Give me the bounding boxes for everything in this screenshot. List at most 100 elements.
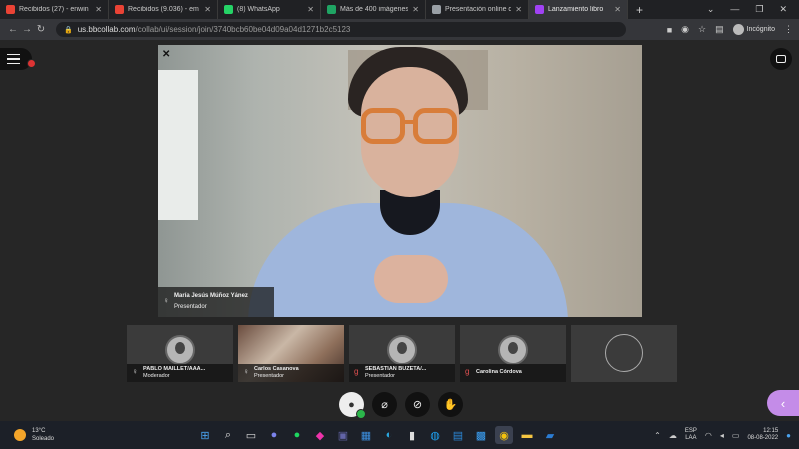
tray-chevron-icon[interactable]: ⌃: [654, 431, 661, 440]
collab-panel-open-button[interactable]: ‹: [767, 390, 799, 416]
incognito-badge[interactable]: Incógnito: [732, 24, 775, 35]
participant-name: SEBASTIAN BUZETA/...: [365, 366, 427, 372]
raise-hand-button[interactable]: ✋: [438, 392, 463, 417]
lang-layout: LAA: [685, 435, 697, 441]
participant-label: ♀ PABLO MAILLET/AAA... Moderador: [127, 364, 233, 382]
tab-close-icon[interactable]: ✕: [204, 5, 211, 14]
participant-tile[interactable]: ɡ SEBASTIAN BUZETA/... Presentador: [349, 325, 455, 382]
app-icon[interactable]: ▮: [403, 426, 421, 444]
browser-tab[interactable]: (8) WhatsApp ✕: [218, 0, 321, 19]
main-speaker-name: María Jesús Múñoz Yánez: [174, 293, 248, 299]
teams-icon[interactable]: ▣: [334, 426, 352, 444]
browser-tab[interactable]: Presentación online d ✕: [426, 0, 529, 19]
participant-label: ɡ SEBASTIAN BUZETA/... Presentador: [349, 364, 455, 382]
collab-panel-button[interactable]: [770, 48, 792, 70]
tab-close-icon[interactable]: ✕: [515, 5, 522, 14]
minimize-icon[interactable]: —: [730, 4, 739, 15]
tab-favicon-icon: [115, 5, 124, 14]
tab-close-icon[interactable]: ✕: [307, 5, 314, 14]
url-field[interactable]: 🔒 us.bbcollab.com/collab/ui/session/join…: [56, 22, 626, 37]
back-icon[interactable]: ←: [6, 24, 20, 35]
mic-muted-icon: ɡ: [465, 367, 470, 376]
url-path: /collab/ui/session/join/3740bcb60be04d09…: [135, 25, 351, 34]
outlook-icon[interactable]: ▰: [541, 426, 559, 444]
camera-indicator-icon[interactable]: ■: [667, 25, 672, 35]
status-ok-icon: [356, 409, 366, 419]
new-tab-button[interactable]: +: [628, 3, 651, 17]
close-window-icon[interactable]: ✕: [779, 4, 787, 15]
app-icon[interactable]: ▩: [472, 426, 490, 444]
spotify-icon[interactable]: ●: [288, 426, 306, 444]
browser-tab[interactable]: Lanzamiento libro ✕: [529, 0, 628, 19]
task-view-icon[interactable]: ▭: [242, 426, 260, 444]
avatar: [498, 335, 528, 365]
mic-off-icon: ⌀: [381, 399, 388, 411]
main-speaker-video: ✕: [158, 45, 642, 317]
volume-icon[interactable]: ◂: [720, 431, 724, 440]
participant-role: Moderador: [143, 373, 170, 379]
weather-widget[interactable]: 13°C Soleado: [0, 427, 120, 443]
tab-close-icon[interactable]: ✕: [412, 5, 419, 14]
microphone-button[interactable]: ⌀: [372, 392, 397, 417]
lang-code: ESP: [684, 428, 697, 434]
browser-tab[interactable]: Más de 400 imágenes ✕: [321, 0, 426, 19]
main-speaker-label: ♀ María Jesús Múñoz Yánez Presentador: [158, 287, 274, 317]
avatar: [387, 335, 417, 365]
menu-dots-icon[interactable]: ⋮: [784, 24, 793, 35]
tab-search-icon[interactable]: ⌄: [707, 4, 715, 15]
mic-icon: ♀: [163, 296, 169, 305]
empty-slot-ring: [605, 334, 643, 372]
battery-icon[interactable]: ▭: [732, 431, 740, 440]
participant-tile[interactable]: ♀ Carlos Casanova Presentador: [238, 325, 344, 382]
taskbar-apps: ⊞ ⌕ ▭ ● ● ◆ ▣ ▦ ◐ ▮ ◍ ▤ ▩ ◉ ▬ ▰: [196, 421, 559, 449]
star-icon[interactable]: ☆: [698, 24, 706, 35]
search-icon[interactable]: ⌕: [219, 426, 237, 444]
lock-icon: 🔒: [64, 26, 73, 34]
app-icon[interactable]: ◍: [426, 426, 444, 444]
edge-icon[interactable]: ◐: [380, 426, 398, 444]
participant-tile[interactable]: [571, 325, 677, 382]
participant-tile[interactable]: ɡ Carolina Córdova: [460, 325, 566, 382]
reload-icon[interactable]: ↻: [34, 24, 48, 35]
browser-tab[interactable]: Recibidos (9.036) - em ✕: [109, 0, 218, 19]
forward-icon[interactable]: →: [20, 24, 34, 35]
notification-dot: [27, 59, 36, 68]
participant-tile[interactable]: ♀ PABLO MAILLET/AAA... Moderador: [127, 325, 233, 382]
chrome-icon[interactable]: ◉: [495, 426, 513, 444]
clock-date: 08-08-2022: [747, 435, 779, 441]
sun-icon: [14, 429, 26, 441]
clock[interactable]: 12:15 08-08-2022: [747, 428, 778, 442]
eye-icon[interactable]: ◉: [681, 24, 689, 35]
url-domain: us.bbcollab.com: [77, 25, 136, 34]
participant-name: Carlos Casanova: [254, 366, 299, 372]
tab-close-icon[interactable]: ✕: [614, 5, 621, 14]
calendar-icon[interactable]: ▤: [449, 426, 467, 444]
cloud-icon[interactable]: ☁: [669, 431, 677, 440]
my-status-button[interactable]: ●: [339, 392, 366, 419]
main-speaker-role: Presentador: [174, 304, 207, 310]
notifications-icon[interactable]: ●: [786, 431, 791, 440]
app-icon[interactable]: ◆: [311, 426, 329, 444]
folder-icon[interactable]: ▬: [518, 426, 536, 444]
browser-tab[interactable]: Recibidos (27) - enwin ✕: [0, 0, 109, 19]
participant-name: PABLO MAILLET/AAA...: [143, 366, 206, 372]
store-icon[interactable]: ▦: [357, 426, 375, 444]
incognito-icon: [732, 24, 744, 35]
camera-button[interactable]: ⊘: [405, 392, 430, 417]
pin-off-icon[interactable]: ✕: [162, 49, 170, 60]
tab-close-icon[interactable]: ✕: [95, 5, 102, 14]
address-bar-actions: ■ ◉ ☆ ▤ Incógnito ⋮: [667, 24, 793, 35]
chat-panel-icon: [776, 55, 786, 63]
wifi-icon[interactable]: ◠: [705, 431, 712, 440]
collab-menu-button[interactable]: [0, 48, 32, 70]
maximize-icon[interactable]: ❐: [755, 4, 763, 15]
glasses-left: [361, 108, 405, 144]
participant-strip: ♀ PABLO MAILLET/AAA... Moderador ♀ Carlos Ca…: [127, 325, 677, 382]
windows-start-icon[interactable]: ⊞: [196, 426, 214, 444]
participant-label: ♀ Carlos Casanova Presentador: [238, 364, 344, 382]
avatar: [165, 335, 195, 365]
chat-icon[interactable]: ●: [265, 426, 283, 444]
language-indicator[interactable]: ESP LAA: [685, 428, 697, 442]
tab-title: Presentación online d: [445, 6, 512, 13]
sidebar-icon[interactable]: ▤: [715, 24, 724, 35]
